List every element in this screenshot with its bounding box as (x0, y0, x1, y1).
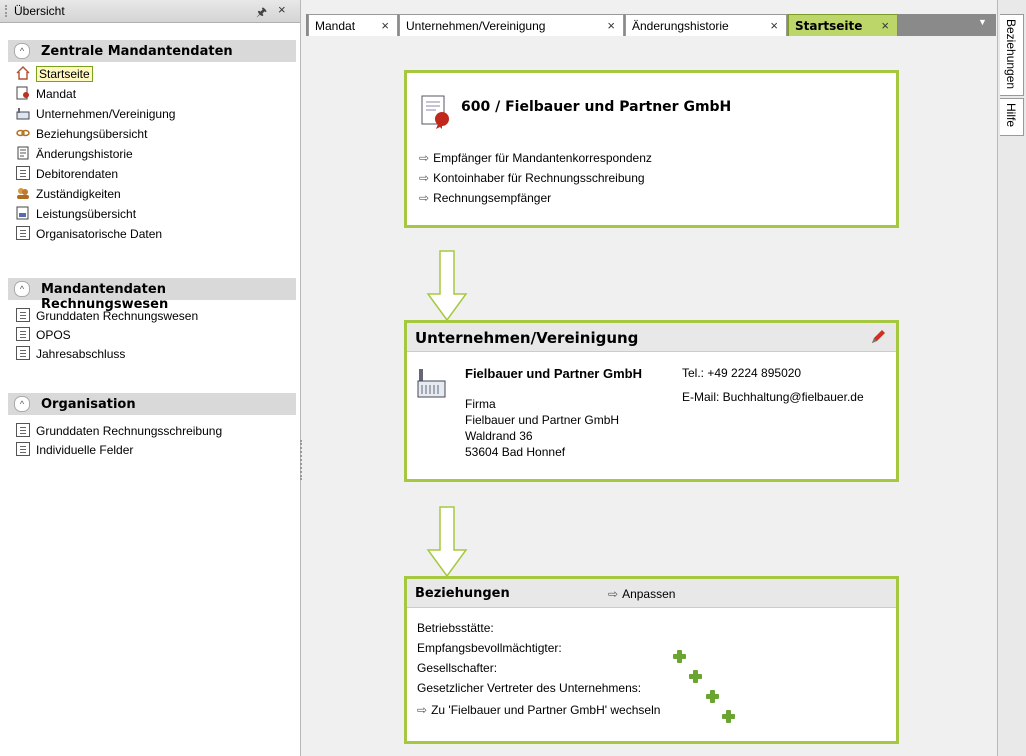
document-icon (16, 308, 30, 322)
company-name: Fielbauer und Partner GmbH (465, 366, 642, 381)
tab-beziehungen-vertical[interactable]: Beziehungen (1000, 14, 1024, 96)
section-title: Zentrale Mandantendaten (41, 44, 233, 59)
close-panel-button[interactable]: × (278, 2, 286, 17)
relationships-title: Beziehungen (415, 586, 510, 601)
panel-splitter[interactable] (300, 440, 304, 480)
nav-item-beziehungsuebersicht[interactable]: Beziehungsübersicht (16, 126, 147, 144)
company-card: Unternehmen/Vereinigung Fielbauer und Pa… (404, 320, 899, 482)
edit-pencil-icon[interactable] (870, 329, 886, 348)
nav-item-leistungsuebersicht[interactable]: Leistungsübersicht (16, 206, 136, 224)
address-street: Waldrand 36 (465, 429, 533, 443)
section-mandantendaten-rechnungswesen[interactable]: ^ Mandantendaten Rechnungswesen (8, 278, 296, 312)
nav-item-grunddaten-rechnungswesen[interactable]: Grunddaten Rechnungswesen (16, 308, 198, 326)
nav-item-grunddaten-rechnungsschreibung[interactable]: Grunddaten Rechnungsschreibung (16, 423, 222, 441)
document-icon (16, 442, 30, 456)
close-tab-icon[interactable]: × (607, 18, 615, 33)
switch-company-link[interactable]: ⇨ Zu 'Fielbauer und Partner GmbH' wechsel… (417, 703, 660, 717)
nav-item-zustaendigkeiten[interactable]: Zuständigkeiten (16, 186, 121, 204)
nav-item-aenderungshistorie[interactable]: Änderungshistorie (16, 146, 133, 164)
certificate-icon (16, 86, 30, 100)
factory-icon (16, 106, 30, 120)
add-plus-icon[interactable] (705, 690, 719, 703)
document-icon (16, 226, 30, 240)
relation-label-gesellschafter: Gesellschafter: (417, 661, 498, 675)
panel-grip[interactable] (5, 5, 9, 17)
address-name: Fielbauer und Partner GmbH (465, 413, 620, 427)
relation-label-empfangsbevollmaechtigter: Empfangsbevollmächtigter: (417, 641, 562, 655)
tab-aenderungshistorie[interactable]: Änderungshistorie × (625, 14, 787, 36)
nav-item-organisatorische-daten[interactable]: Organisatorische Daten (16, 226, 162, 244)
add-plus-icon[interactable] (722, 710, 736, 723)
people-icon (16, 186, 30, 200)
report-icon (16, 206, 30, 220)
chain-icon (16, 126, 30, 140)
company-phone: Tel.: +49 2224 895020 (682, 366, 802, 380)
flow-arrow-icon (426, 250, 468, 322)
company-card-title: Unternehmen/Vereinigung (415, 329, 639, 347)
address-city: 53604 Bad Honnef (465, 445, 566, 459)
history-icon (16, 146, 30, 160)
close-tab-icon[interactable]: × (881, 18, 889, 33)
mandate-card: 600 / Fielbauer und Partner GmbH ⇨ Empfän… (404, 70, 899, 228)
close-tab-icon[interactable]: × (770, 18, 778, 33)
collapse-icon[interactable]: ^ (14, 396, 30, 412)
link-kontoinhaber[interactable]: ⇨ Kontoinhaber für Rechnungsschreibung (419, 171, 645, 185)
nav-item-mandat[interactable]: Mandat (16, 86, 76, 104)
nav-item-individuelle-felder[interactable]: Individuelle Felder (16, 442, 133, 460)
document-icon (16, 166, 30, 180)
link-rechnungsempfaenger[interactable]: ⇨ Rechnungsempfänger (419, 191, 551, 205)
flow-arrow-icon (426, 506, 468, 578)
add-plus-icon[interactable] (689, 670, 703, 683)
relation-label-betriebsstaette: Betriebsstätte: (417, 621, 494, 635)
certificate-icon (421, 95, 451, 132)
factory-icon (417, 367, 447, 402)
customize-link[interactable]: ⇨ Anpassen (608, 587, 675, 601)
tab-hilfe-vertical[interactable]: Hilfe (1000, 98, 1024, 136)
document-icon (16, 327, 30, 341)
document-icon (16, 423, 30, 437)
relationships-card-header: Beziehungen ⇨ Anpassen (407, 579, 896, 608)
tab-unternehmen[interactable]: Unternehmen/Vereinigung × (399, 14, 624, 36)
section-organisation[interactable]: ^ Organisation (8, 393, 296, 415)
home-icon (16, 66, 30, 80)
tab-mandat[interactable]: Mandat × (308, 14, 398, 36)
add-plus-icon[interactable] (673, 650, 686, 663)
company-card-header: Unternehmen/Vereinigung (407, 323, 896, 352)
document-icon (16, 346, 30, 360)
nav-item-startseite[interactable]: Startseite (16, 65, 93, 84)
tab-startseite[interactable]: Startseite × (788, 14, 898, 36)
nav-item-opos[interactable]: OPOS (16, 327, 71, 345)
link-empfaenger-korrespondenz[interactable]: ⇨ Empfänger für Mandantenkorrespondenz (419, 151, 652, 165)
nav-item-debitorendaten[interactable]: Debitorendaten (16, 166, 118, 184)
relationships-card: Beziehungen ⇨ Anpassen Betriebsstätte: Em… (404, 576, 899, 744)
collapse-icon[interactable]: ^ (14, 43, 30, 59)
section-zentrale-mandantendaten[interactable]: ^ Zentrale Mandantendaten (8, 40, 296, 62)
company-type: Firma (465, 397, 496, 411)
tab-dropdown-icon[interactable]: ▼ (978, 17, 990, 31)
section-title: Organisation (41, 397, 136, 412)
pin-icon[interactable]: 🖈 (256, 3, 267, 24)
nav-item-jahresabschluss[interactable]: Jahresabschluss (16, 346, 125, 364)
nav-item-unternehmen[interactable]: Unternehmen/Vereinigung (16, 106, 175, 124)
collapse-icon[interactable]: ^ (14, 281, 30, 297)
overview-panel-header: Übersicht 🖈 × (0, 0, 300, 23)
close-tab-icon[interactable]: × (381, 18, 389, 33)
mandate-title: 600 / Fielbauer und Partner GmbH (461, 99, 732, 115)
company-email[interactable]: E-Mail: Buchhaltung@fielbauer.de (682, 390, 864, 404)
relation-label-gesetzlicher-vertreter: Gesetzlicher Vertreter des Unternehmens: (417, 681, 642, 695)
overview-title: Übersicht (14, 4, 65, 18)
